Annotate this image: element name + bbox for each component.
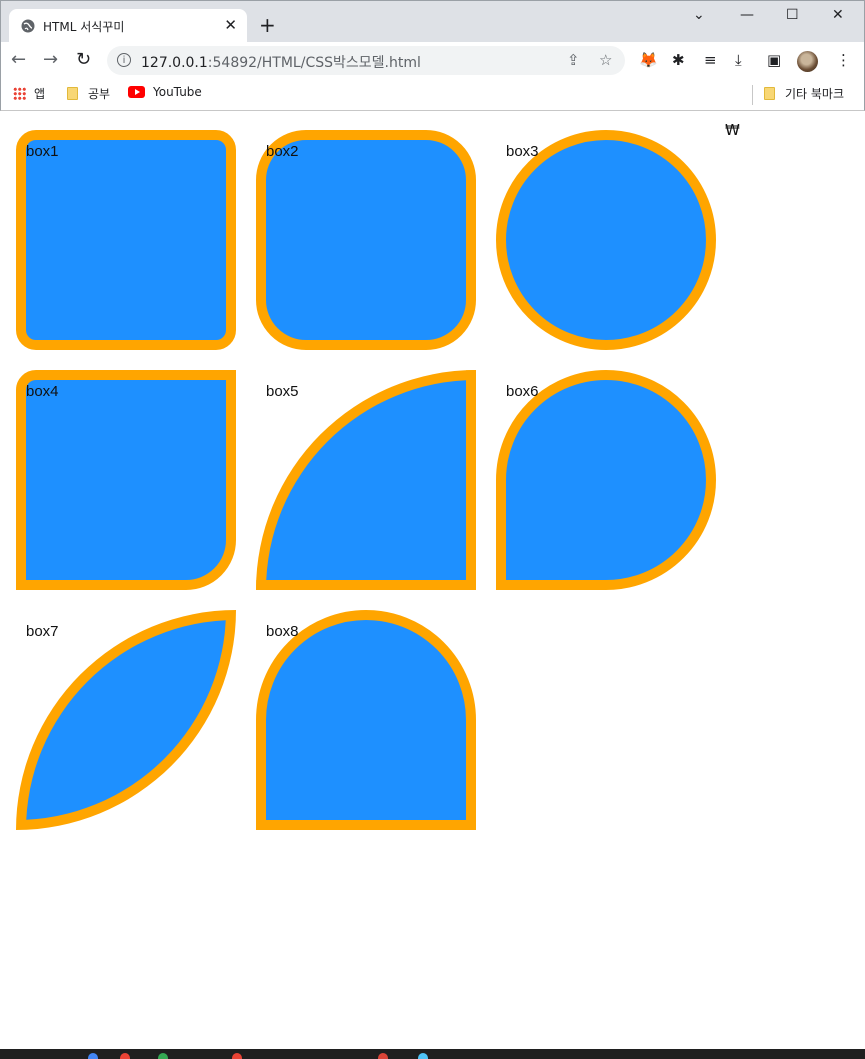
taskbar-icon[interactable]	[378, 1053, 388, 1059]
box4-label: box4	[26, 383, 59, 400]
bookmarks-divider	[752, 85, 753, 105]
bookmark-apps-label: 앱	[34, 87, 46, 101]
side-panel-icon[interactable]: ▣	[767, 52, 781, 68]
youtube-icon	[128, 86, 145, 98]
share-icon[interactable]: ⇪	[567, 51, 580, 69]
folder-icon	[764, 87, 775, 100]
download-icon[interactable]: ⤓	[735, 52, 742, 68]
apps-grid-icon	[13, 87, 26, 100]
taskbar-icon[interactable]	[158, 1053, 168, 1059]
browser-toolbar: ← → ↻ i 127.0.0.1:54892/HTML/CSS박스모델.htm…	[0, 42, 865, 80]
globe-icon	[21, 19, 35, 33]
box5-label: box5	[266, 383, 299, 400]
box7: box7	[16, 610, 236, 830]
extensions-puzzle-icon[interactable]: ✱	[672, 52, 685, 68]
folder-icon	[67, 87, 78, 100]
url-host: 127.0.0.1	[141, 55, 208, 71]
bookmarks-bar: 앱 공부 YouTube 기타 북마크	[0, 80, 865, 111]
taskbar-icon[interactable]	[120, 1053, 130, 1059]
bookmark-youtube-label: YouTube	[153, 85, 202, 99]
new-tab-button[interactable]: +	[259, 15, 276, 35]
page-content: box1 box2 box3 ₩ box4 box5 box6 box7 box…	[0, 111, 865, 1049]
taskbar-icon[interactable]	[418, 1053, 428, 1059]
media-control-icon[interactable]: ≡	[704, 52, 717, 68]
box1: box1	[16, 130, 236, 350]
box4: box4	[16, 370, 236, 590]
tab-title: HTML 서식꾸미	[43, 20, 125, 34]
box2: box2	[256, 130, 476, 350]
bookmark-star-icon[interactable]: ☆	[599, 51, 612, 69]
bookmark-other-label: 기타 북마크	[785, 87, 845, 101]
box8-label: box8	[266, 623, 299, 640]
taskbar-icon[interactable]	[88, 1053, 98, 1059]
box5: box5	[256, 370, 476, 590]
os-taskbar	[0, 1049, 865, 1059]
box6: box6	[496, 370, 716, 590]
forward-button[interactable]: →	[43, 50, 58, 70]
url-text[interactable]: 127.0.0.1:54892/HTML/CSS박스모델.html	[141, 52, 421, 72]
tab-close-icon[interactable]: ✕	[224, 17, 237, 33]
currency-symbol: ₩	[725, 121, 740, 139]
tab-strip: HTML 서식꾸미 ✕ + ⌄ — ☐ ✕	[0, 0, 865, 43]
bookmark-apps[interactable]: 앱	[13, 85, 45, 102]
box3-label: box3	[506, 143, 539, 160]
address-bar[interactable]: i 127.0.0.1:54892/HTML/CSS박스모델.html ⇪ ☆	[107, 46, 625, 75]
box1-label: box1	[26, 143, 59, 160]
taskbar-icon[interactable]	[232, 1053, 242, 1059]
bookmark-youtube[interactable]: YouTube	[128, 85, 202, 99]
tab-search-chevron-icon[interactable]: ⌄	[693, 7, 705, 23]
bookmark-study-folder[interactable]: 공부	[67, 85, 110, 102]
profile-avatar[interactable]	[797, 51, 818, 72]
box7-label: box7	[26, 623, 59, 640]
active-tab[interactable]: HTML 서식꾸미 ✕	[9, 9, 247, 43]
menu-kebab-icon[interactable]: ⋮	[836, 52, 851, 68]
bookmark-study-label: 공부	[88, 87, 111, 101]
box6-label: box6	[506, 383, 539, 400]
box8: box8	[256, 610, 476, 830]
maximize-button[interactable]: ☐	[786, 7, 799, 23]
site-info-icon[interactable]: i	[117, 53, 131, 67]
box2-label: box2	[266, 143, 299, 160]
back-button[interactable]: ←	[11, 50, 26, 70]
url-path: :54892/HTML/CSS박스모델.html	[207, 55, 421, 71]
minimize-button[interactable]: —	[740, 7, 754, 23]
window-close-button[interactable]: ✕	[832, 7, 844, 23]
box3: box3	[496, 130, 716, 350]
metamask-extension-icon[interactable]: 🦊	[639, 52, 658, 68]
bookmark-other-folder[interactable]: 기타 북마크	[764, 85, 844, 102]
reload-button[interactable]: ↻	[76, 50, 91, 70]
